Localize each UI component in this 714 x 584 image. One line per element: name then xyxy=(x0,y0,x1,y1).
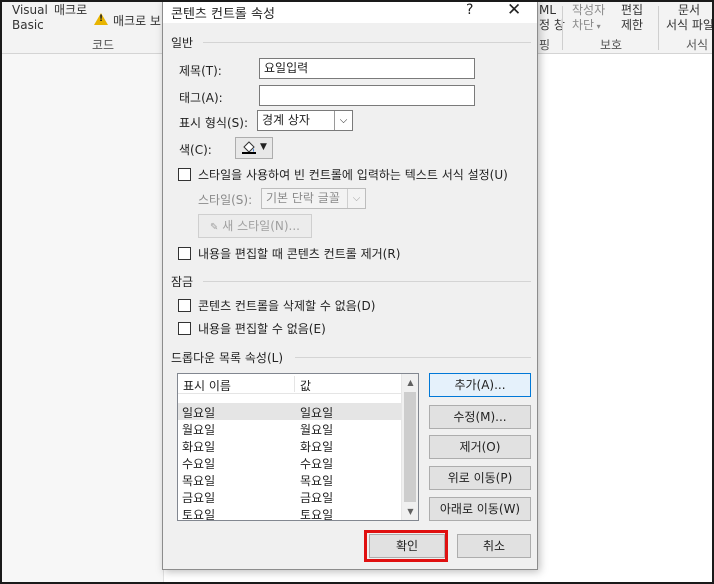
section-divider xyxy=(295,357,531,358)
dropdown-items-list[interactable]: 표시 이름 값 일요일 일요일 월요일 월요일 화요일 화요일 수요일 수요일 … xyxy=(177,373,419,521)
dropdown-arrow-icon: ▼ xyxy=(260,142,267,152)
move-up-button[interactable]: 위로 이동(P) xyxy=(429,466,531,490)
template-group-label: 서식 xyxy=(686,38,709,52)
display-as-select[interactable]: 경계 상자 ⌵ xyxy=(257,110,353,131)
item-value: 일요일 xyxy=(300,406,334,420)
visual-basic-label: Visual xyxy=(12,3,48,17)
column-divider xyxy=(294,376,295,392)
ok-button[interactable]: 확인 xyxy=(369,534,445,558)
tag-input[interactable] xyxy=(259,85,475,106)
visual-basic-button[interactable]: Visual Basic xyxy=(12,3,48,33)
dialog-title: 콘텐츠 컨트롤 속성 xyxy=(171,7,275,22)
content-control-properties-dialog: 콘텐츠 컨트롤 속성 ? ✕ 일반 제목(T): 요일입력 태그(A): 표시 … xyxy=(162,0,538,570)
dialog-titlebar[interactable]: 콘텐츠 컨트롤 속성 ? ✕ xyxy=(163,0,537,23)
item-display: 토요일 xyxy=(182,508,216,521)
restrict-label-2: 제한 xyxy=(621,18,644,32)
chevron-down-icon: ⌵ xyxy=(347,189,365,208)
block-authors-button[interactable]: 작성자 차단 ▾ xyxy=(572,3,605,34)
item-value: 화요일 xyxy=(300,440,334,454)
list-item[interactable]: 금요일 금요일 xyxy=(178,488,402,505)
list-item[interactable]: 수요일 수요일 xyxy=(178,454,402,471)
style-label: 스타일(S): xyxy=(198,193,253,207)
move-down-button[interactable]: 아래로 이동(W) xyxy=(429,497,531,521)
close-icon[interactable]: ✕ xyxy=(507,0,521,20)
title-input[interactable]: 요일입력 xyxy=(259,58,475,79)
item-display: 수요일 xyxy=(182,457,216,471)
remove-when-edited-checkbox[interactable] xyxy=(178,247,191,260)
item-display: 월요일 xyxy=(182,423,216,437)
visual-basic-label-2: Basic xyxy=(12,18,44,32)
remove-button[interactable]: 제거(O) xyxy=(429,435,531,459)
restrict-label: 편집 xyxy=(621,3,644,17)
item-display: 일요일 xyxy=(182,406,216,420)
list-item[interactable]: 화요일 화요일 xyxy=(178,437,402,454)
use-style-checkbox[interactable] xyxy=(178,168,191,181)
style-value: 기본 단락 글꼴 xyxy=(266,191,340,205)
scroll-thumb[interactable] xyxy=(404,392,416,502)
block-authors-label: 작성자 xyxy=(572,3,606,17)
color-label: 색(C): xyxy=(179,143,212,157)
new-style-button-label: 새 스타일(N)... xyxy=(222,219,300,233)
list-item[interactable]: 월요일 월요일 xyxy=(178,420,402,437)
ribbon-separator xyxy=(562,6,563,50)
general-section-label: 일반 xyxy=(171,36,194,50)
item-value: 금요일 xyxy=(300,491,334,505)
tag-label: 태그(A): xyxy=(179,91,223,105)
document-template-label-2: 서식 파일 xyxy=(666,18,714,32)
paint-bucket-icon xyxy=(242,141,256,154)
block-authors-label-2: 차단 xyxy=(572,18,595,32)
help-icon[interactable]: ? xyxy=(466,2,473,18)
xml-label: ML xyxy=(539,3,557,17)
mapping-group-label: 핑 xyxy=(539,38,551,52)
modify-button[interactable]: 수정(M)... xyxy=(429,405,531,429)
section-divider xyxy=(203,42,531,43)
code-group-label: 코드 xyxy=(92,38,115,52)
column-header-value[interactable]: 값 xyxy=(300,377,311,394)
dropdown-section-label: 드롭다운 목록 속성(L) xyxy=(171,351,283,365)
chevron-down-icon: ⌵ xyxy=(334,111,352,130)
item-value: 목요일 xyxy=(300,474,334,488)
item-display: 금요일 xyxy=(182,491,216,505)
cannot-edit-checkbox[interactable] xyxy=(178,322,191,335)
color-picker-button[interactable]: ▼ xyxy=(235,137,273,159)
protect-group-label: 보호 xyxy=(600,38,623,52)
list-header: 표시 이름 값 xyxy=(178,374,402,394)
document-template-label: 문서 xyxy=(678,3,701,17)
scroll-down-icon[interactable]: ▼ xyxy=(402,503,418,520)
lock-section-label: 잠금 xyxy=(171,275,194,289)
list-scrollbar[interactable]: ▲ ▼ xyxy=(401,374,418,520)
item-value: 토요일 xyxy=(300,508,334,521)
new-style-button[interactable]: ✎ 새 스타일(N)... xyxy=(198,214,312,238)
item-display: 목요일 xyxy=(182,474,216,488)
display-as-label: 표시 형식(S): xyxy=(179,116,248,130)
item-display: 화요일 xyxy=(182,440,216,454)
macro-button[interactable]: 매크로 xyxy=(54,3,87,18)
document-template-button[interactable]: 문서 서식 파일 xyxy=(666,3,714,33)
remove-when-edited-label[interactable]: 내용을 편집할 때 콘텐츠 컨트롤 제거(R) xyxy=(198,245,400,262)
macro-security-button[interactable]: 매크로 보 xyxy=(113,14,161,29)
scroll-up-icon[interactable]: ▲ xyxy=(402,374,418,391)
new-style-icon: ✎ xyxy=(210,222,219,233)
document-left-margin xyxy=(2,54,164,582)
restrict-editing-button[interactable]: 편집 제한 xyxy=(621,3,643,33)
item-value: 월요일 xyxy=(300,423,334,437)
section-divider xyxy=(203,281,531,282)
add-button[interactable]: 추가(A)... xyxy=(429,373,531,397)
warning-icon xyxy=(94,13,108,25)
item-value: 수요일 xyxy=(300,457,334,471)
cannot-delete-checkbox[interactable] xyxy=(178,299,191,312)
cannot-delete-label[interactable]: 콘텐츠 컨트롤을 삭제할 수 없음(D) xyxy=(198,297,375,314)
cancel-button[interactable]: 취소 xyxy=(457,534,531,558)
use-style-label[interactable]: 스타일을 사용하여 빈 컨트롤에 입력하는 텍스트 서식 설정(U) xyxy=(198,166,508,183)
style-select[interactable]: 기본 단락 글꼴 ⌵ xyxy=(261,188,366,209)
list-item[interactable]: 토요일 토요일 xyxy=(178,505,402,521)
list-item[interactable]: 목요일 목요일 xyxy=(178,471,402,488)
display-as-value: 경계 상자 xyxy=(262,113,310,127)
cannot-edit-label[interactable]: 내용을 편집할 수 없음(E) xyxy=(198,320,326,337)
title-label: 제목(T): xyxy=(179,64,222,78)
ribbon-separator xyxy=(658,6,659,50)
list-item[interactable]: 일요일 일요일 xyxy=(178,403,402,420)
column-header-display-name[interactable]: 표시 이름 xyxy=(183,377,231,394)
